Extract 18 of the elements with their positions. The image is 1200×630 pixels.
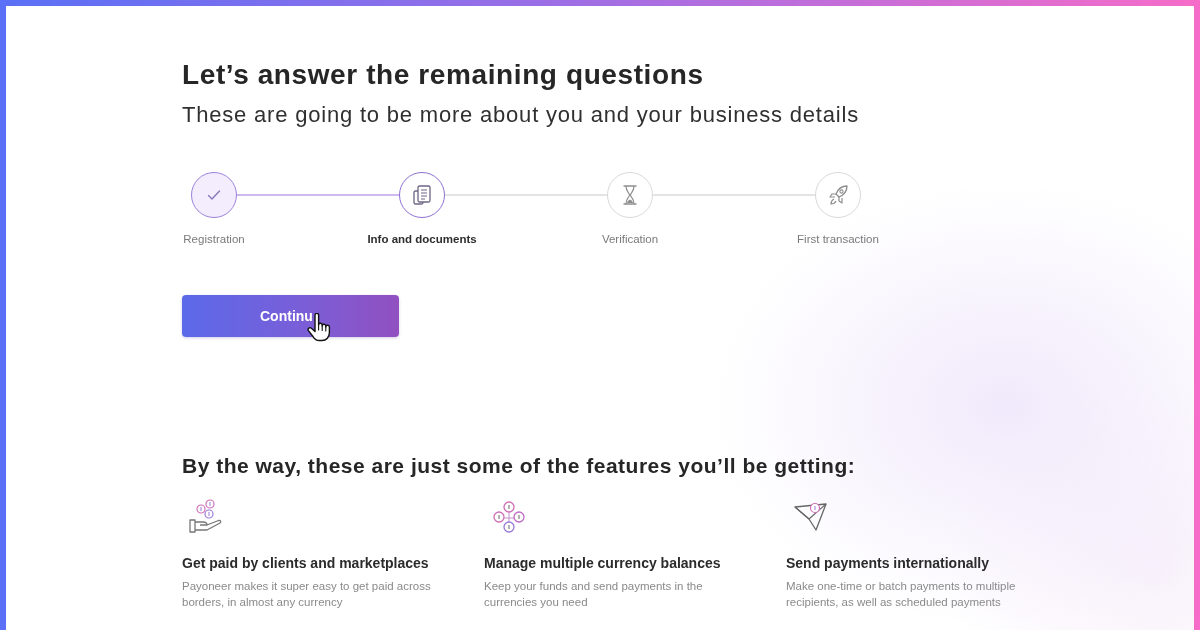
step-label: First transaction <box>797 232 879 247</box>
page-subtitle: These are going to be more about you and your business details <box>182 102 860 128</box>
step-label: Registration <box>183 232 245 247</box>
feature-description: Make one-time or batch payments to multiple recipients, as well as scheduled payments <box>786 579 1017 610</box>
step-label: Info and documents <box>367 232 477 247</box>
feature-description: Keep your funds and send payments in the currencies you need <box>484 579 704 610</box>
rocket-icon <box>828 185 848 205</box>
feature-description: Payoneer makes it super easy to get paid across borders, in almost any currency <box>182 579 432 610</box>
feature-title: Send payments internationally <box>786 554 991 573</box>
step-label: Verification <box>601 232 659 247</box>
check-icon <box>207 189 221 201</box>
document-icon <box>413 185 431 205</box>
hourglass-icon <box>623 185 637 205</box>
continue-button[interactable]: Continu <box>182 295 399 337</box>
page-title: Let’s answer the remaining questions <box>182 58 705 92</box>
feature-title: Manage multiple currency balances <box>484 554 722 573</box>
feature-title: Get paid by clients and marketplaces <box>182 554 430 573</box>
features-heading: By the way, these are just some of the features you’ll be getting: <box>182 453 857 479</box>
